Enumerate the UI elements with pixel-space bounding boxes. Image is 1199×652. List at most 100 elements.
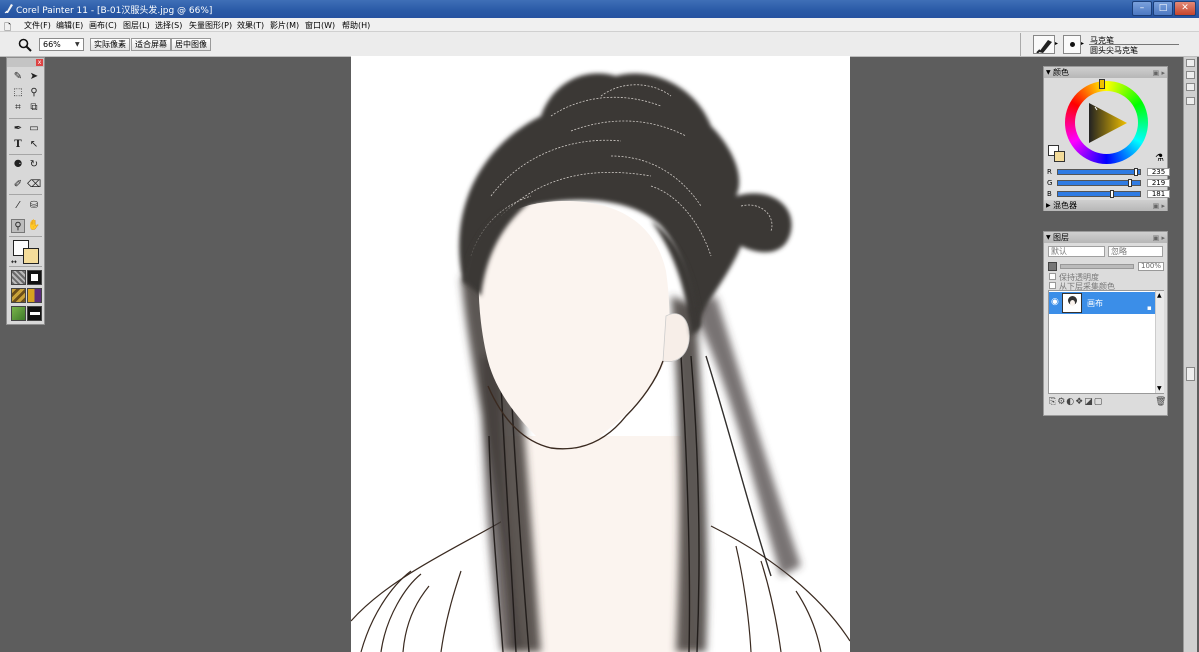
property-bar: 66% ▼ 实际像素 适合屏幕 居中图像 ▸ ▸ 马克笔 圆头尖马克笔: [0, 32, 1199, 57]
brush-category-arrow-icon[interactable]: ▸: [1055, 40, 1061, 48]
menu-movie[interactable]: 影片(M): [270, 20, 299, 31]
artwork-hanfu-hair: [351, 73, 850, 652]
gradient-selector-icon[interactable]: [27, 270, 42, 285]
maximize-button[interactable]: □: [1153, 1, 1173, 16]
magic-wand-tool-icon[interactable]: ⚲: [27, 86, 41, 100]
eye-visibility-icon[interactable]: ◉: [1051, 297, 1059, 307]
magnifier-tool-icon[interactable]: ⚲: [11, 219, 25, 233]
mixer-panel-header[interactable]: ▶ 混色器 ▣ ▸: [1044, 200, 1167, 211]
b-slider[interactable]: [1057, 190, 1141, 198]
panel-menu-icon[interactable]: ▣ ▸: [1153, 201, 1165, 212]
layer-name[interactable]: 画布: [1087, 298, 1103, 309]
zoom-dropdown-arrow-icon[interactable]: ▼: [75, 39, 83, 50]
transform-tool-icon[interactable]: ⧉: [27, 101, 41, 115]
crop-tool-icon[interactable]: ⌗: [11, 101, 25, 115]
colors-panel-header[interactable]: ▼ 颜色 ▣ ▸: [1044, 67, 1167, 78]
eraser-tool-icon[interactable]: ⌫: [27, 178, 41, 192]
new-group-icon[interactable]: ◪: [1084, 397, 1094, 407]
rectangular-selection-tool-icon[interactable]: ⬚: [11, 86, 25, 100]
color-dropper-icon[interactable]: ⚗: [1155, 153, 1164, 164]
dropper-tool-icon[interactable]: ⁄: [11, 199, 25, 213]
hue-ring[interactable]: [1065, 79, 1148, 164]
opacity-slider[interactable]: [1060, 264, 1134, 269]
layer-mask-icon[interactable]: ◐: [1066, 397, 1075, 407]
brush-category-button[interactable]: [1033, 35, 1055, 54]
collapse-triangle-icon[interactable]: ▼: [1046, 67, 1051, 78]
menu-window[interactable]: 窗口(W): [305, 20, 335, 31]
brush-tool-icon[interactable]: ✎: [11, 70, 25, 84]
pick-up-color-checkbox[interactable]: [1049, 282, 1056, 289]
b-value[interactable]: 181: [1147, 190, 1170, 198]
delete-layer-icon[interactable]: 🗑: [1155, 397, 1166, 407]
pattern-selector-icon[interactable]: [11, 288, 26, 303]
toolbox-header[interactable]: x: [7, 58, 44, 67]
panel-menu-icon[interactable]: ▣ ▸: [1153, 233, 1165, 244]
r-value[interactable]: 235: [1147, 168, 1170, 176]
paint-bucket-tool-icon[interactable]: ⛁: [27, 199, 41, 213]
layer-row-canvas[interactable]: ◉ 画布 ▪: [1049, 292, 1155, 314]
dock-scroll-handle[interactable]: [1186, 367, 1195, 381]
magnifier-icon[interactable]: [18, 38, 32, 52]
toolbox-close-icon[interactable]: x: [36, 59, 43, 66]
actual-pixels-button[interactable]: 实际像素: [90, 38, 130, 51]
round-tip-icon: [1070, 42, 1075, 47]
layer-list-scrollbar[interactable]: ▲ ▼: [1155, 291, 1164, 393]
brush-variant-label: 圆头尖马克笔: [1090, 46, 1138, 55]
rotate-page-tool-icon[interactable]: ↻: [27, 158, 41, 172]
paper-selector-icon[interactable]: [11, 270, 26, 285]
brush-variant-arrow-icon[interactable]: ▸: [1081, 40, 1087, 48]
new-layer-icon[interactable]: ❖: [1075, 397, 1084, 407]
painter-app-icon: [4, 4, 13, 14]
g-slider[interactable]: [1057, 179, 1141, 187]
additional-color-swatch[interactable]: [23, 248, 39, 264]
text-tool-icon[interactable]: T: [11, 138, 25, 152]
secondary-color-swatch[interactable]: [1054, 151, 1065, 162]
toolbox: x ✎ ➤ ⬚ ⚲ ⌗ ⧉ ✒ ▭ T ↖ ⚈ ↻ ✐ ⌫ ⁄ ⛁ ⚲ ✋ ↔: [6, 57, 45, 325]
layers-panel-header[interactable]: ▼ 图层 ▣ ▸: [1044, 232, 1167, 243]
shape-selection-tool-icon[interactable]: ↖: [27, 138, 41, 152]
close-button[interactable]: ✕: [1174, 1, 1196, 16]
dynamic-plugins-icon[interactable]: ⚙: [1057, 397, 1066, 407]
layer-commands-icon[interactable]: ⎘: [1049, 397, 1057, 407]
menu-select[interactable]: 选择(S): [155, 20, 182, 31]
menu-effects[interactable]: 效果(T): [237, 20, 264, 31]
fit-screen-button[interactable]: 适合屏幕: [131, 38, 171, 51]
layers-panel-title: 图层: [1053, 233, 1069, 242]
menu-file[interactable]: 文件(F): [24, 20, 51, 31]
panel-menu-icon[interactable]: ▣ ▸: [1153, 68, 1165, 79]
brush-variant-button[interactable]: [1063, 35, 1081, 54]
composite-method-select[interactable]: 默认: [1048, 246, 1105, 257]
swap-colors-icon[interactable]: ↔: [11, 258, 17, 266]
menu-shapes[interactable]: 矢量图形(P): [189, 20, 232, 31]
g-value[interactable]: 219: [1147, 179, 1170, 187]
dodge-tool-icon[interactable]: ⚈: [11, 158, 25, 172]
cloner-tool-icon[interactable]: ✐: [11, 178, 25, 192]
grabber-hand-tool-icon[interactable]: ✋: [27, 219, 41, 233]
document-canvas[interactable]: [351, 56, 850, 652]
opacity-value[interactable]: 100%: [1138, 262, 1164, 271]
preserve-transparency-checkbox[interactable]: [1049, 273, 1056, 280]
r-slider[interactable]: [1057, 168, 1141, 176]
looks-selector-icon[interactable]: [27, 306, 42, 321]
saturation-value-triangle[interactable]: [1083, 99, 1131, 147]
menu-layers[interactable]: 图层(L): [123, 20, 150, 31]
b-label: B: [1047, 190, 1052, 198]
menu-help[interactable]: 帮助(H): [342, 20, 370, 31]
menu-canvas[interactable]: 画布(C): [89, 20, 117, 31]
minimize-button[interactable]: –: [1132, 1, 1152, 16]
layer-adjuster-tool-icon[interactable]: ➤: [27, 70, 41, 84]
center-image-button[interactable]: 居中图像: [171, 38, 211, 51]
nozzle-selector-icon[interactable]: [11, 306, 26, 321]
menu-edit[interactable]: 编辑(E): [56, 20, 83, 31]
collapse-triangle-icon[interactable]: ▼: [1046, 232, 1051, 243]
pen-tool-icon[interactable]: ✒: [11, 122, 25, 136]
colors-panel-title: 颜色: [1053, 68, 1069, 77]
layer-commands-bar[interactable]: ⎘⚙◐❖◪▢: [1049, 397, 1103, 407]
weaving-selector-icon[interactable]: [27, 288, 42, 303]
duplicate-layer-icon[interactable]: ▢: [1094, 397, 1104, 407]
hue-indicator[interactable]: [1099, 79, 1105, 89]
expand-triangle-icon[interactable]: ▶: [1046, 200, 1051, 211]
marker-brush-icon: [1036, 40, 1052, 53]
rectangle-shape-tool-icon[interactable]: ▭: [27, 122, 41, 136]
composite-depth-select[interactable]: 忽略: [1108, 246, 1163, 257]
